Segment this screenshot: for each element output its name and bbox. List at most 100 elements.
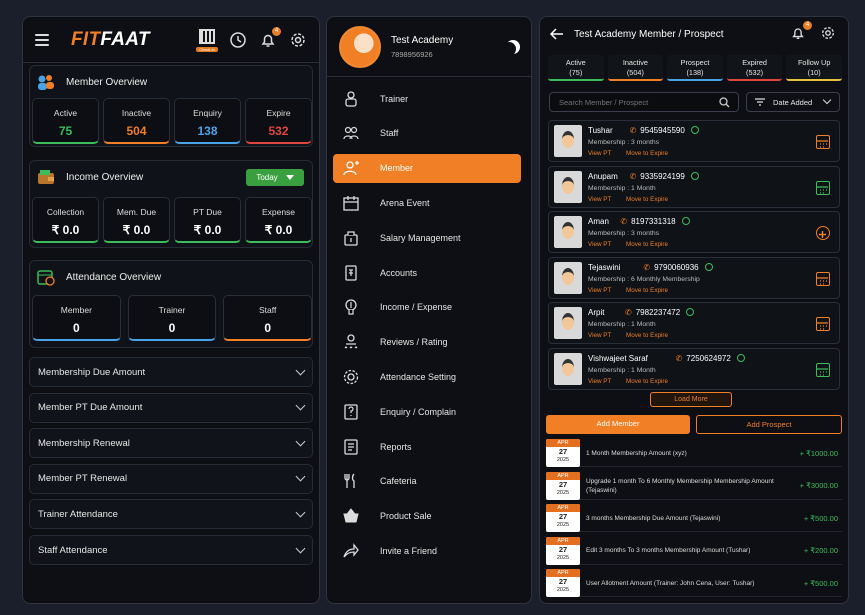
whatsapp-icon[interactable] [704,262,713,271]
today-filter-dropdown[interactable]: Today [246,169,304,186]
whatsapp-icon[interactable] [686,308,695,316]
phone-icon[interactable]: ✆ [630,172,637,181]
enquiry-icon [343,404,359,420]
calendar-icon[interactable] [816,317,830,331]
search-icon[interactable] [719,96,730,108]
stat-card[interactable]: Enquiry 138 [174,98,241,144]
member-card[interactable]: Tejaswini ✆ 9790060936 Membership : 6 Month… [548,256,840,299]
attendance-setting-icon [343,369,359,385]
stat-value: 138 [197,124,218,138]
view-pt-link[interactable]: View PT [588,150,611,157]
transaction-row[interactable]: APR 27 2025 Edit 3 months To 3 months Membe… [546,536,842,565]
accordion-item[interactable]: Staff Attendance [29,535,313,565]
stat-card[interactable]: Inactive 504 [103,98,170,144]
tab-expired[interactable]: Expired (532) [726,55,783,81]
stat-card[interactable]: Active 75 [32,98,99,144]
avatar[interactable] [339,25,381,68]
member-card[interactable]: Anupam ✆ 9335924199 Membership : 1 Month Vie… [548,165,840,208]
view-pt-link[interactable]: View PT [588,378,611,385]
transaction-row[interactable]: APR 27 2025 User Allotment Amount (Trainer:… [546,569,842,597]
plus-icon[interactable] [816,226,830,240]
whatsapp-icon[interactable] [690,171,699,180]
transaction-row[interactable]: APR 27 2025 1 Month Membership Amount (xyz)… [546,439,842,467]
sidebar-item-enquiry-complain[interactable]: Enquiry / Complain [333,397,521,426]
stat-card[interactable]: Expire 532 [245,98,312,144]
move-to-expire-link[interactable]: Move to Expire [626,196,668,203]
accordion-item[interactable]: Membership Renewal [29,428,313,459]
move-to-expire-link[interactable]: Move to Expire [626,287,668,294]
whatsapp-icon[interactable] [690,126,699,134]
add-prospect-button[interactable]: Add Prospect [696,415,842,434]
sidebar-item-staff[interactable]: Staff [333,119,521,148]
accordion-item[interactable]: Member PT Renewal [29,463,313,494]
bell-icon[interactable]: 4 [259,26,281,49]
member-card[interactable]: Tushar ✆ 9545945590 Membership : 3 months Vi… [548,120,840,162]
sidebar-item-reports[interactable]: Reports [333,432,521,461]
tab-follow-up[interactable]: Follow Up (10) [786,55,842,81]
phone-icon[interactable]: ✆ [643,263,650,272]
search-input[interactable] [559,97,709,107]
tab-inactive[interactable]: Inactive (504) [607,55,664,81]
view-pt-link[interactable]: View PT [588,287,611,294]
stat-card[interactable]: Collection ₹ 0.0 [32,197,99,243]
stat-card[interactable]: PT Due ₹ 0.0 [174,197,241,243]
calendar-icon[interactable] [816,135,830,149]
stat-value: ₹ 0.0 [51,223,80,237]
dark-mode-icon[interactable] [502,42,516,56]
sidebar-item-trainer[interactable]: Trainer [333,84,521,113]
stat-card[interactable]: Trainer 0 [127,295,217,341]
menu-icon[interactable] [35,33,49,46]
gear-icon[interactable] [289,31,307,49]
transaction-row[interactable]: APR 27 2025 3 months Membership Due Amount … [546,504,842,532]
sidebar-item-reviews-rating[interactable]: Reviews / Rating [333,328,521,357]
whatsapp-icon[interactable] [736,353,745,362]
move-to-expire-link[interactable]: Move to Expire [626,378,668,385]
whatsapp-icon[interactable] [681,217,690,225]
view-pt-link[interactable]: View PT [588,196,611,203]
accordion-item[interactable]: Member PT Due Amount [29,392,313,423]
view-pt-link[interactable]: View PT [588,241,611,248]
stat-label: Staff [258,305,277,315]
phone-icon[interactable]: ✆ [676,354,683,363]
sidebar-item-salary-management[interactable]: Salary Management [333,223,521,252]
calendar-icon[interactable] [816,362,830,377]
load-more-button[interactable]: Load More [650,392,732,407]
move-to-expire-link[interactable]: Move to Expire [626,150,668,157]
stat-card[interactable]: Staff 0 [223,295,312,341]
clock-icon[interactable] [229,31,247,49]
sidebar-item-income-expense[interactable]: Income / Expense [333,293,521,322]
gear-icon[interactable] [820,25,838,43]
calendar-icon[interactable] [816,180,830,195]
phone-icon[interactable]: ✆ [620,217,627,226]
phone-icon[interactable]: ✆ [630,126,637,135]
sidebar-item-member[interactable]: Member [333,153,521,183]
sidebar-item-cafeteria[interactable]: Cafeteria [333,467,521,496]
member-card[interactable]: Vishwajeet Saraf ✆ 7250624972 Membership : … [548,347,840,390]
tab-active[interactable]: Active (75) [548,55,604,81]
stat-card[interactable]: Member 0 [32,295,121,341]
accordion-item[interactable]: Membership Due Amount [29,357,313,387]
qr-checkin-icon[interactable]: Check in [196,28,218,52]
tab-prospect[interactable]: Prospect (138) [667,55,723,81]
date-day: 27 [558,479,568,489]
sidebar-item-accounts[interactable]: Accounts [333,258,521,287]
member-card[interactable]: Aman ✆ 8197331318 Membership : 3 months View… [548,211,840,253]
back-arrow-icon[interactable] [550,28,564,40]
phone-icon[interactable]: ✆ [625,308,632,317]
move-to-expire-link[interactable]: Move to Expire [626,332,668,339]
add-member-button[interactable]: Add Member [546,415,690,434]
move-to-expire-link[interactable]: Move to Expire [626,241,668,248]
bell-icon[interactable]: 4 [790,21,812,43]
view-pt-link[interactable]: View PT [588,332,611,339]
sort-dropdown[interactable]: Date Added [746,92,840,112]
stat-card[interactable]: Expense ₹ 0.0 [245,197,312,243]
sidebar-item-attendance-setting[interactable]: Attendance Setting [333,362,521,391]
calendar-icon[interactable] [816,271,830,286]
sidebar-item-arena-event[interactable]: Arena Event [333,188,521,217]
transaction-row[interactable]: APR 27 2025 Upgrade 1 month To 6 Monthly Me… [546,471,842,500]
sidebar-item-product-sale[interactable]: Product Sale [333,502,521,531]
accordion-item[interactable]: Trainer Attendance [29,499,313,530]
stat-card[interactable]: Mem. Due ₹ 0.0 [103,197,170,243]
member-card[interactable]: Arpit ✆ 7982237472 Membership : 1 Month View… [548,302,840,344]
sidebar-item-invite-a-friend[interactable]: Invite a Friend [333,536,521,565]
